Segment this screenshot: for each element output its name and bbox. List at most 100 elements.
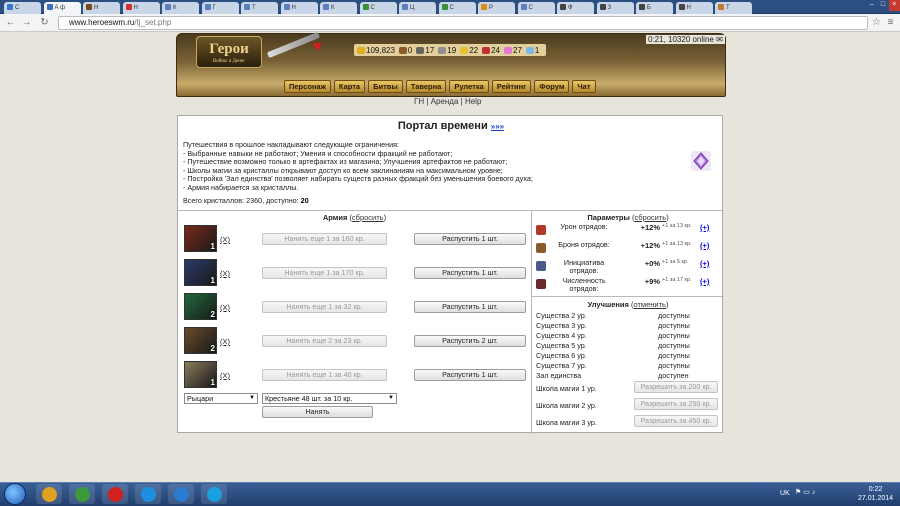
browser-tab[interactable]: Н xyxy=(83,2,120,14)
dismiss-button[interactable]: Распустить 1 шт. xyxy=(414,233,526,245)
maximize-icon[interactable]: □ xyxy=(877,0,888,11)
hire-button[interactable]: Нанять xyxy=(262,406,373,418)
browser-tab[interactable]: С xyxy=(359,2,397,14)
keyboard-language[interactable]: UK xyxy=(780,490,790,497)
browser-tab[interactable]: С xyxy=(438,2,476,14)
param-increase-link[interactable]: (+) xyxy=(700,241,709,250)
browser-tab[interactable]: Б xyxy=(636,2,673,14)
unit-portrait[interactable]: 2 xyxy=(184,327,217,354)
browser-tab[interactable]: А ф xyxy=(43,2,81,14)
dismiss-button[interactable]: Распустить 2 шт. xyxy=(414,335,526,347)
upgrades-cancel-link[interactable]: отменить xyxy=(633,300,665,309)
hire-more-button[interactable]: Нанять еще 1 за 32 кр. xyxy=(262,301,387,313)
back-icon[interactable]: ← xyxy=(4,16,17,29)
unit-portrait[interactable]: 1 xyxy=(184,361,217,388)
upgrades-title: Улучшения xyxy=(587,300,629,309)
greenapp-icon[interactable] xyxy=(69,484,95,504)
windows-start-icon[interactable] xyxy=(4,483,26,505)
menu-item[interactable]: Битвы xyxy=(368,80,403,93)
remove-unit-link[interactable]: (X) xyxy=(220,337,230,346)
hire-more-button[interactable]: Нанять еще 1 за 170 кр. xyxy=(262,267,387,279)
forward-icon[interactable]: → xyxy=(20,16,33,29)
minimize-icon[interactable]: – xyxy=(866,0,877,11)
params-reset-link[interactable]: сбросить xyxy=(635,213,667,222)
browser-tab[interactable]: Ф xyxy=(557,2,594,14)
subnav-link[interactable]: Help xyxy=(465,97,481,106)
address-bar[interactable]: www.heroeswm.ru/tj_set.php xyxy=(58,16,868,30)
browser-tab[interactable]: Т xyxy=(715,2,752,14)
system-clock[interactable]: 0:22 27.01.2014 xyxy=(858,485,893,503)
remove-unit-link[interactable]: (X) xyxy=(220,235,230,244)
browser-tab[interactable]: З xyxy=(596,2,634,14)
dismiss-button[interactable]: Распустить 1 шт. xyxy=(414,369,526,381)
magic-school-label: Школа магии 1 ур. xyxy=(536,384,597,393)
unit-portrait[interactable]: 2 xyxy=(184,293,217,320)
allow-magic-school-button[interactable]: Разрешить за 450 кр. xyxy=(634,415,718,427)
hire-more-button[interactable]: Нанять еще 2 за 23 кр. xyxy=(262,335,387,347)
army-reset-link[interactable]: сбросить xyxy=(352,213,384,222)
browser-tab[interactable]: Н xyxy=(675,2,713,14)
zona-icon[interactable] xyxy=(135,484,161,504)
resource-value: 19 xyxy=(447,45,457,55)
tab-label: Т xyxy=(252,5,256,11)
creature-select[interactable]: Крестьяне 48 шт. за 10 кр. ▼ xyxy=(262,393,397,404)
browser-tab[interactable]: Р xyxy=(478,2,515,14)
tab-label: С xyxy=(528,5,533,11)
browser-tab[interactable]: К xyxy=(162,2,199,14)
tab-favicon xyxy=(520,4,527,11)
dismiss-button[interactable]: Распустить 1 шт. xyxy=(414,267,526,279)
monitor-icon[interactable]: ▭ xyxy=(803,489,812,496)
remove-unit-link[interactable]: (X) xyxy=(220,371,230,380)
game-logo[interactable]: Герои Войны и Денег xyxy=(196,36,262,68)
gems-icon xyxy=(504,46,512,54)
menu-item[interactable]: Карта xyxy=(333,80,366,93)
browser-tab[interactable]: Т xyxy=(241,2,278,14)
remove-unit-link[interactable]: (X) xyxy=(220,269,230,278)
tab-favicon xyxy=(46,4,53,11)
faction-select[interactable]: Рыцари ▼ xyxy=(184,393,258,404)
chrome-icon[interactable] xyxy=(36,484,62,504)
menu-item[interactable]: Персонаж xyxy=(284,80,331,93)
subnav-link[interactable]: ГН xyxy=(414,97,424,106)
browser-tab[interactable]: Н xyxy=(122,2,160,14)
param-cost: +1 за 5 кр. xyxy=(662,259,689,265)
mail-icon[interactable]: ✉ xyxy=(716,35,723,44)
browser-tab[interactable]: С xyxy=(517,2,555,14)
reload-icon[interactable]: ↻ xyxy=(38,16,51,29)
tab-label: Ц xyxy=(410,5,415,11)
unit-portrait[interactable]: 1 xyxy=(184,225,217,252)
param-increase-link[interactable]: (+) xyxy=(700,223,709,232)
star-icon[interactable]: ☆ xyxy=(870,16,883,29)
menu-item[interactable]: Рулетка xyxy=(449,80,489,93)
dismiss-button[interactable]: Распустить 1 шт. xyxy=(414,301,526,313)
portal-more-link[interactable]: »»» xyxy=(491,122,504,131)
allow-magic-school-button[interactable]: Разрешить за 200 кр. xyxy=(634,381,718,393)
browser-tab[interactable]: Н xyxy=(280,2,318,14)
sulfur-icon xyxy=(460,46,469,54)
close-icon[interactable]: × xyxy=(888,0,900,11)
tab-favicon xyxy=(323,4,329,11)
subnav-link[interactable]: Аренда xyxy=(431,97,459,106)
param-increase-link[interactable]: (+) xyxy=(700,259,709,268)
menu-item[interactable]: Форум xyxy=(534,80,570,93)
hire-more-button[interactable]: Нанять еще 1 за 40 кр. xyxy=(262,369,387,381)
browser-tab[interactable]: Г xyxy=(201,2,239,14)
opera-icon[interactable] xyxy=(102,484,128,504)
resource-item: 19 xyxy=(438,46,456,55)
bird-icon[interactable] xyxy=(168,484,194,504)
allow-magic-school-button[interactable]: Разрешить за 250 кр. xyxy=(634,398,718,410)
menu-icon[interactable]: ≡ xyxy=(884,16,897,29)
menu-item[interactable]: Таверна xyxy=(405,80,447,93)
skype-icon[interactable] xyxy=(201,484,227,504)
menu-item[interactable]: Чат xyxy=(572,80,596,93)
browser-tab[interactable]: С xyxy=(4,2,41,14)
browser-tab[interactable]: К xyxy=(320,2,357,14)
menu-item[interactable]: Рейтинг xyxy=(491,80,532,93)
remove-unit-link[interactable]: (X) xyxy=(220,303,230,312)
param-increase-link[interactable]: (+) xyxy=(700,277,709,286)
hire-more-button[interactable]: Нанять еще 1 за 160 кр. xyxy=(262,233,387,245)
restriction-line: - Армия набирается за кристаллы. xyxy=(183,182,299,192)
volume-icon[interactable]: ♪ xyxy=(812,489,818,496)
unit-portrait[interactable]: 1 xyxy=(184,259,217,286)
browser-tab[interactable]: Ц xyxy=(399,2,436,14)
